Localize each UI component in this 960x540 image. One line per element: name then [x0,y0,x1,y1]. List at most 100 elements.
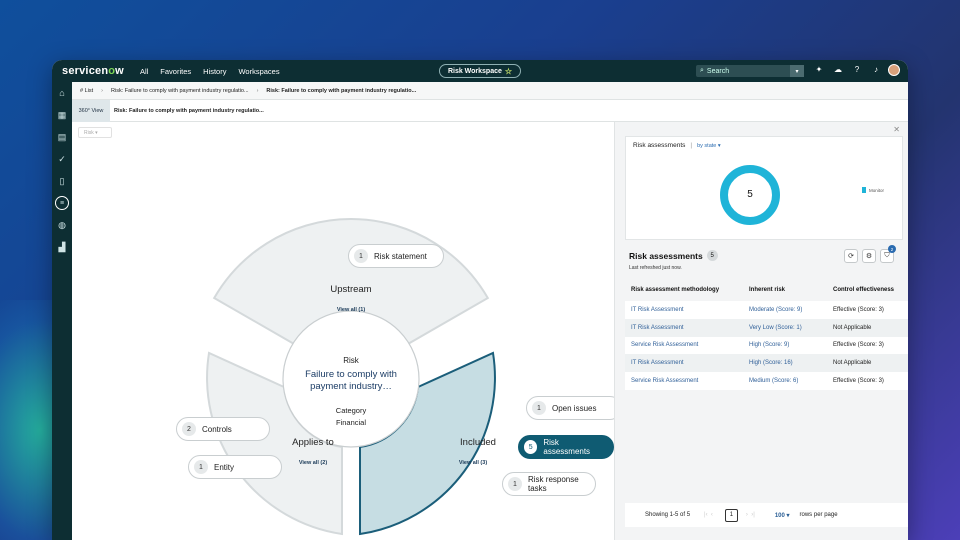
count-badge: 5 [706,250,718,261]
filter-button[interactable]: ⛉ 2 [880,245,896,263]
record-tab-row: 360° View Risk: Failure to comply with p… [72,99,908,122]
tab-record-title[interactable]: Risk: Failure to comply with payment ind… [114,108,264,114]
nav-history[interactable]: History [203,67,226,76]
inherent-risk-link[interactable]: Very Low (Score: 1) [743,318,827,337]
control-effectiveness-cell: Effective (Score: 3) [827,372,908,390]
global-search[interactable]: ⌕ Search ▾ [696,65,804,77]
chevron-right-icon: › [256,87,259,94]
breadcrumb-list[interactable]: # List [80,88,93,94]
top-navigation-bar: servicenow All Favorites History Workspa… [52,60,908,82]
rows-per-page-select[interactable]: 100 ▾ [775,512,790,519]
breadcrumb-item-1[interactable]: Risk: Failure to comply with payment ind… [111,88,249,94]
sparkle-icon[interactable]: ✦ [814,65,824,74]
inherent-risk-link[interactable]: High (Score: 9) [743,336,827,355]
inherent-risk-link[interactable]: Moderate (Score: 9) [743,301,827,319]
rows-per-page-label: rows per page [799,512,838,518]
center-title-2[interactable]: payment industry… [283,381,419,392]
chevron-right-icon: › [101,87,103,94]
workspace-pill[interactable]: Risk Workspace ☆ [439,64,521,78]
nav-favorites[interactable]: Favorites [160,67,191,76]
filter-count-badge: 2 [888,245,896,253]
assessments-table: Risk assessment methodology Inherent ris… [625,279,908,390]
pagination: Showing 1-5 of 5 |‹ ‹ 1 › ›| 100 ▾ rows … [625,503,908,527]
entity-pill[interactable]: 1 Entity [188,455,282,479]
avatar[interactable] [888,64,900,76]
table-row: Service Risk Assessment Medium (Score: 6… [625,372,908,390]
table-row: IT Risk Assessment Very Low (Score: 1) N… [625,318,908,337]
control-effectiveness-cell: Effective (Score: 3) [827,336,908,355]
risk-assessments-list: Risk assessments 5 Last refreshed just n… [625,245,908,527]
included-view-all-link[interactable]: View all (3) [438,460,508,466]
upstream-label: Upstream [330,284,372,295]
risk-response-tasks-pill[interactable]: 1 Risk response tasks [502,472,596,496]
search-icon: ⌕ [700,67,704,74]
chat-icon[interactable]: ☁ [833,65,843,74]
column-header-control-effectiveness[interactable]: Control effectiveness [827,279,908,301]
control-effectiveness-cell: Not Applicable [827,354,908,373]
table-row: Service Risk Assessment High (Score: 9) … [625,336,908,355]
control-effectiveness-cell: Effective (Score: 3) [827,301,908,319]
workspace-label: Risk Workspace [447,67,502,75]
nav-all[interactable]: All [140,67,148,76]
category-value: Financial [335,418,366,427]
globe-icon[interactable]: ◍ [52,214,72,236]
table-icon[interactable]: ▤ [52,126,72,148]
prev-page-icon[interactable]: |‹ ‹ [704,512,713,518]
control-effectiveness-cell: Not Applicable [827,318,908,337]
methodology-link[interactable]: Service Risk Assessment [625,372,743,390]
list-title: Risk assessments [629,250,703,261]
breadcrumb-item-2[interactable]: Risk: Failure to comply with payment ind… [266,88,416,94]
methodology-link[interactable]: IT Risk Assessment [625,354,743,373]
help-icon[interactable]: ? [852,65,862,74]
chart-icon[interactable]: ▟ [52,236,72,258]
main-nav: All Favorites History Workspaces [140,67,280,76]
search-input[interactable]: Search [707,68,790,75]
clipboard-icon[interactable]: ▯ [52,170,72,192]
upstream-view-all-link[interactable]: View all (1) [311,307,391,313]
right-detail-panel: ✕ Risk assessments | by state ▾ 5 Monito… [614,122,908,540]
bell-icon[interactable]: ♪ [871,65,881,74]
refresh-button[interactable]: ⟳ [844,249,858,263]
category-label: Category [335,406,367,415]
methodology-link[interactable]: Service Risk Assessment [625,336,743,355]
chart-legend[interactable]: Monitor [862,187,884,193]
center-kind: Risk [343,356,359,365]
table-header-row: Risk assessment methodology Inherent ris… [625,279,908,301]
applies-to-view-all-link[interactable]: View all (2) [278,460,348,466]
star-icon[interactable]: ☆ [505,67,512,76]
risk-assessments-chart-card: Risk assessments | by state ▾ 5 Monitor [625,136,903,240]
open-issues-pill[interactable]: 1 Open issues [526,396,622,420]
risk-assessments-pill[interactable]: 5 Risk assessments [518,435,614,459]
top-icons: ✦ ☁ ? ♪ [814,65,881,74]
list-icon[interactable]: ≡ [52,192,72,214]
inherent-risk-link[interactable]: High (Score: 16) [743,354,827,373]
applies-to-label: Applies to [292,437,334,448]
column-header-methodology[interactable]: Risk assessment methodology [625,279,743,301]
close-icon[interactable]: ✕ [893,125,900,134]
center-title-1[interactable]: Failure to comply with [283,369,419,380]
risk-360-diagram: Risk Failure to comply with payment indu… [72,122,622,540]
grid-icon[interactable]: ▦ [52,104,72,126]
servicenow-logo[interactable]: servicenow [62,65,124,77]
inherent-risk-link[interactable]: Medium (Score: 6) [743,372,827,390]
risk-statement-pill[interactable]: 1 Risk statement [348,244,444,268]
column-header-inherent-risk[interactable]: Inherent risk [743,279,827,301]
page-number-button[interactable]: 1 [724,508,738,522]
donut-value: 5 [747,189,753,200]
table-row: IT Risk Assessment Moderate (Score: 9) E… [625,301,908,319]
settings-button[interactable]: ⚙ [862,249,876,263]
tab-360-view[interactable]: 360° View [72,99,110,122]
breadcrumb: # List › Risk: Failure to comply with pa… [72,82,908,100]
nav-workspaces[interactable]: Workspaces [238,67,279,76]
controls-pill[interactable]: 2 Controls [176,417,270,441]
methodology-link[interactable]: IT Risk Assessment [625,301,743,319]
home-icon[interactable]: ⌂ [52,82,72,104]
check-circle-icon[interactable]: ✓ [52,148,72,170]
next-page-icon[interactable]: › ›| [746,512,755,518]
table-row: IT Risk Assessment High (Score: 16) Not … [625,354,908,373]
methodology-link[interactable]: IT Risk Assessment [625,318,743,337]
legend-swatch [862,187,866,193]
app-window: servicenow All Favorites History Workspa… [52,60,908,540]
center-content: Risk Failure to comply with payment indu… [283,356,419,427]
search-scope-dropdown[interactable]: ▾ [790,65,804,77]
